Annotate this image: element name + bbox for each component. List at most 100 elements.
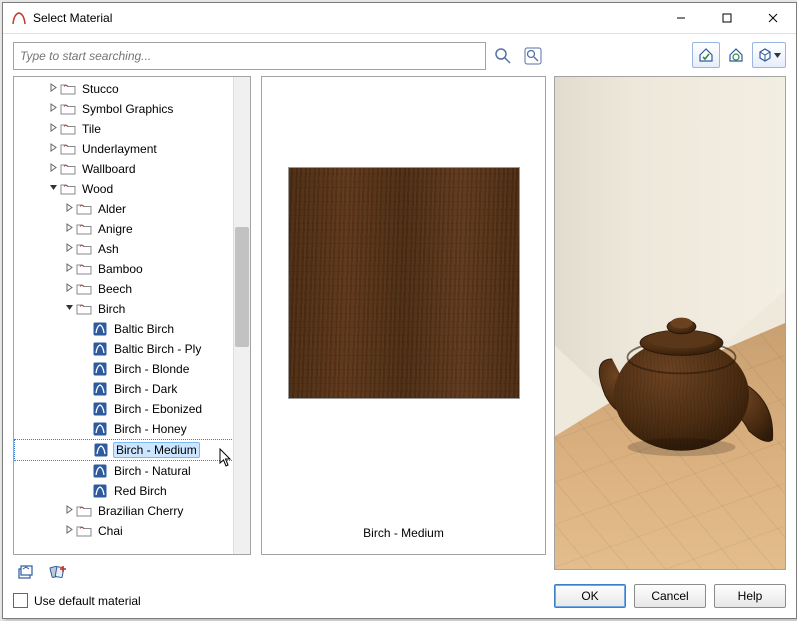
library-options-button[interactable] xyxy=(13,559,39,585)
material-swatch[interactable] xyxy=(288,167,520,399)
material-icon xyxy=(92,361,108,377)
use-default-material-label: Use default material xyxy=(34,594,141,608)
tree-item-label: Baltic Birch - Ply xyxy=(114,342,201,356)
dialog-button-row: OK Cancel Help xyxy=(554,584,786,608)
tree-item-label: Birch - Medium xyxy=(116,443,197,457)
expand-icon[interactable] xyxy=(62,525,76,537)
plan-view-button[interactable] xyxy=(692,42,720,68)
tree-scrollbar[interactable] xyxy=(233,77,250,554)
folder-icon xyxy=(76,523,92,539)
window-title: Select Material xyxy=(33,11,658,25)
scrollbar-thumb[interactable] xyxy=(235,227,249,347)
use-default-material-checkbox[interactable] xyxy=(13,593,28,608)
tree-item-label: Birch - Natural xyxy=(114,464,191,478)
tree-folder[interactable]: Brazilian Cherry xyxy=(14,501,234,521)
cube-check-icon xyxy=(757,47,773,63)
select-material-dialog: Select Material xyxy=(2,2,797,619)
tree-item-label: Red Birch xyxy=(114,484,167,498)
tree-item-label: Alder xyxy=(98,202,126,216)
expand-icon[interactable] xyxy=(46,103,60,115)
tree-folder[interactable]: Anigre xyxy=(14,219,234,239)
search-options-button[interactable] xyxy=(520,43,546,69)
expand-icon[interactable] xyxy=(62,505,76,517)
app-icon xyxy=(11,10,27,26)
tree-leaf[interactable]: Birch - Ebonized xyxy=(14,399,234,419)
expand-icon[interactable] xyxy=(46,163,60,175)
folder-icon xyxy=(76,201,92,217)
preview-options-button[interactable] xyxy=(752,42,786,68)
ok-button[interactable]: OK xyxy=(554,584,626,608)
material-icon xyxy=(92,401,108,417)
tree-folder[interactable]: Bamboo xyxy=(14,259,234,279)
folder-icon xyxy=(60,161,76,177)
tree-item-label: Birch - Blonde xyxy=(114,362,189,376)
folder-icon xyxy=(76,503,92,519)
tree-folder[interactable]: Ash xyxy=(14,239,234,259)
preview-3d[interactable] xyxy=(554,76,786,570)
tree-leaf[interactable]: Baltic Birch - Ply xyxy=(14,339,234,359)
tree-folder[interactable]: Beech xyxy=(14,279,234,299)
tree-item-label: Chai xyxy=(98,524,123,538)
elevation-view-button[interactable] xyxy=(722,42,750,68)
tree-folder[interactable]: Alder xyxy=(14,199,234,219)
tree-leaf[interactable]: Birch - Blonde xyxy=(14,359,234,379)
window-controls xyxy=(658,3,796,33)
material-icon xyxy=(92,341,108,357)
tree-leaf[interactable]: Birch - Natural xyxy=(14,461,234,481)
expand-icon[interactable] xyxy=(62,263,76,275)
material-icon xyxy=(92,483,108,499)
cancel-button[interactable]: Cancel xyxy=(634,584,706,608)
tree-item-label: Birch - Dark xyxy=(114,382,177,396)
help-button[interactable]: Help xyxy=(714,584,786,608)
tree-folder[interactable]: Symbol Graphics xyxy=(14,99,234,119)
material-icon xyxy=(92,463,108,479)
close-button[interactable] xyxy=(750,3,796,33)
tree-folder[interactable]: Wallboard xyxy=(14,159,234,179)
material-icon xyxy=(92,421,108,437)
search-button[interactable] xyxy=(490,43,516,69)
tree-leaf[interactable]: Baltic Birch xyxy=(14,319,234,339)
search-row xyxy=(13,42,546,70)
expand-icon[interactable] xyxy=(62,283,76,295)
tree-item-label: Baltic Birch xyxy=(114,322,174,336)
add-library-button[interactable] xyxy=(45,559,71,585)
magnifier-icon xyxy=(494,47,512,65)
expand-icon[interactable] xyxy=(46,123,60,135)
panes: Stucco Symbol GraphicsTileUnderlaymentWal… xyxy=(13,76,546,555)
material-icon xyxy=(93,442,109,458)
folder-icon xyxy=(76,281,92,297)
right-column: OK Cancel Help xyxy=(554,42,786,608)
tree-folder[interactable]: Wood xyxy=(14,179,234,199)
folder-icon xyxy=(76,221,92,237)
tree-folder[interactable]: Stucco xyxy=(14,79,234,99)
search-input[interactable] xyxy=(13,42,486,70)
tree-leaf[interactable]: Birch - Honey xyxy=(14,419,234,439)
collapse-icon[interactable] xyxy=(62,303,76,315)
expand-icon[interactable] xyxy=(46,83,60,95)
folder-icon xyxy=(60,81,76,97)
tree-folder[interactable]: Chai xyxy=(14,521,234,541)
dialog-body: Stucco Symbol GraphicsTileUnderlaymentWal… xyxy=(3,34,796,618)
tree-leaf[interactable]: Red Birch xyxy=(14,481,234,501)
expand-icon[interactable] xyxy=(46,143,60,155)
folder-icon xyxy=(60,141,76,157)
tree-leaf[interactable]: Birch - Dark xyxy=(14,379,234,399)
minimize-button[interactable] xyxy=(658,3,704,33)
collapse-icon[interactable] xyxy=(46,183,60,195)
maximize-button[interactable] xyxy=(704,3,750,33)
material-tree[interactable]: Stucco Symbol GraphicsTileUnderlaymentWal… xyxy=(14,77,234,554)
folder-icon xyxy=(60,121,76,137)
folder-icon xyxy=(60,181,76,197)
tree-leaf[interactable]: Birch - Medium xyxy=(14,439,234,461)
folder-icon xyxy=(76,241,92,257)
expand-icon[interactable] xyxy=(62,223,76,235)
tree-folder[interactable]: Birch xyxy=(14,299,234,319)
tree-folder[interactable]: Underlayment xyxy=(14,139,234,159)
expand-icon[interactable] xyxy=(62,203,76,215)
tree-toolbar xyxy=(13,559,546,585)
expand-icon[interactable] xyxy=(62,243,76,255)
tree-item-label: Stucco xyxy=(82,82,119,96)
tree-item-label: Birch - Ebonized xyxy=(114,402,202,416)
tree-item-label: Brazilian Cherry xyxy=(98,504,183,518)
tree-folder[interactable]: Tile xyxy=(14,119,234,139)
